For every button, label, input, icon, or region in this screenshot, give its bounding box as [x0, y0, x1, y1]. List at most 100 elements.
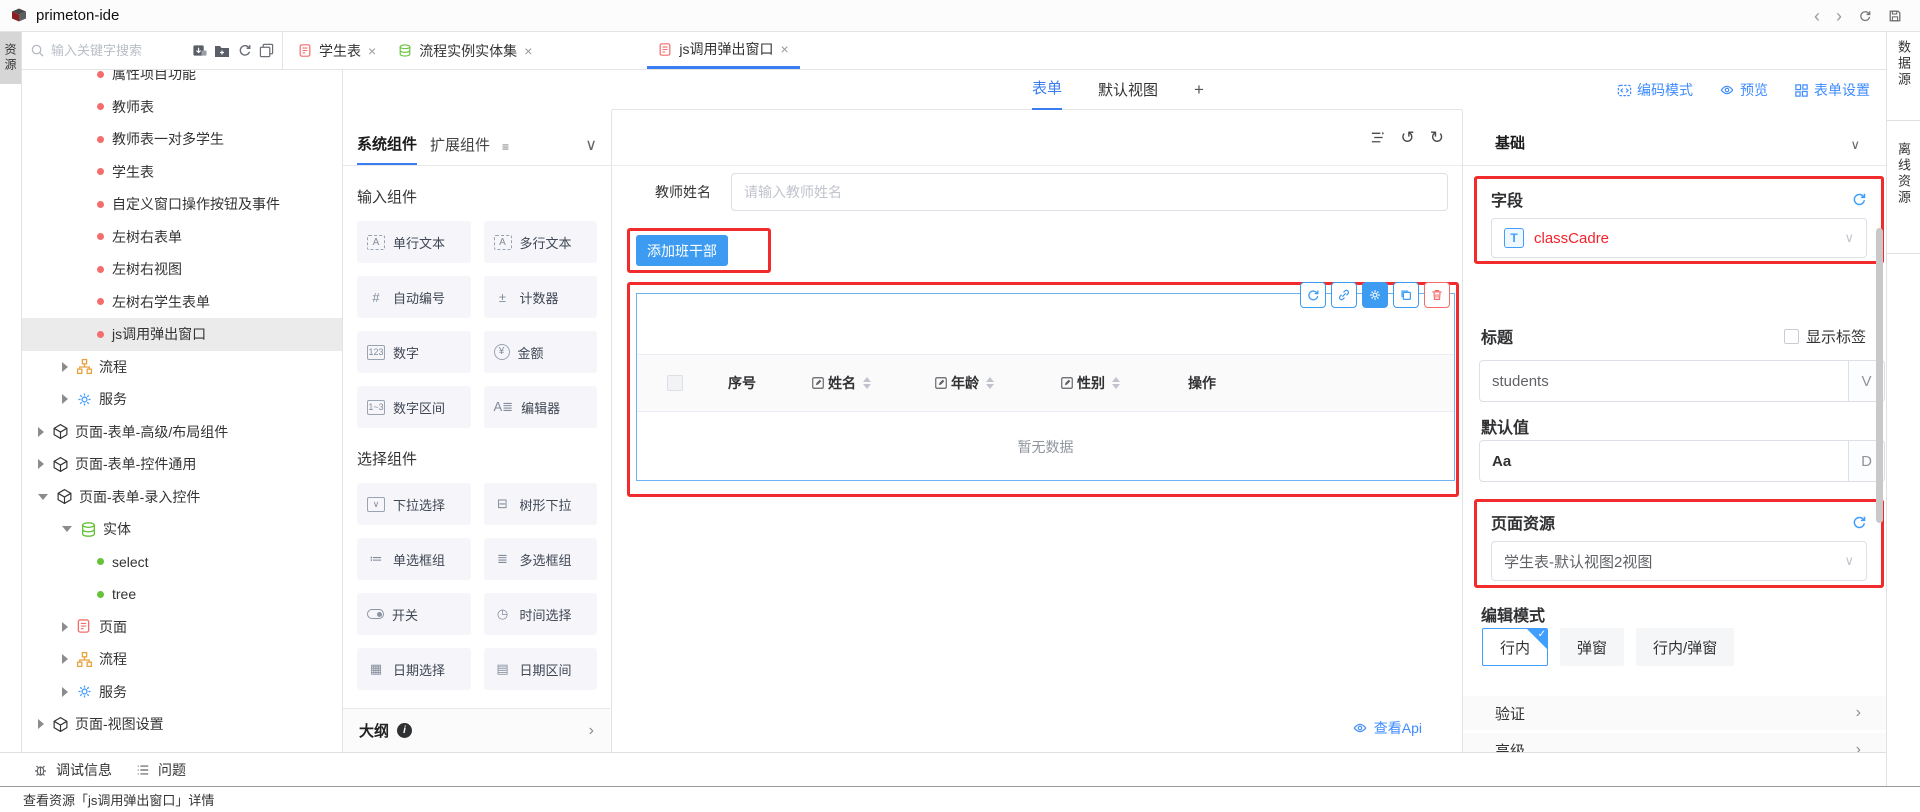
debug-info-button[interactable]: 调试信息 [33, 760, 112, 780]
add-class-cadre-button[interactable]: 添加班干部 [636, 235, 728, 266]
show-label-checkbox[interactable]: 显示标签 [1784, 326, 1866, 347]
redo-icon[interactable]: ↻ [1430, 129, 1444, 146]
tab-default-view[interactable]: 默认视图 [1098, 79, 1158, 100]
sidebar-item-process[interactable]: 流程 [22, 351, 342, 384]
code-mode-button[interactable]: 编码模式 [1617, 80, 1693, 100]
caret-down-icon[interactable] [62, 526, 72, 532]
outline-list-icon[interactable] [1369, 130, 1386, 145]
close-tab-icon[interactable]: × [368, 43, 376, 59]
caret-down-icon[interactable] [38, 494, 48, 500]
column-header-gender[interactable]: 性别 [1060, 373, 1186, 393]
component-multi-line-text[interactable]: A多行文本 [484, 221, 598, 263]
problems-button[interactable]: 问题 [135, 760, 186, 780]
default-value-input[interactable]: Aa [1479, 440, 1849, 482]
outline-panel-toggle[interactable]: 大纲 i › [343, 708, 610, 752]
tab-extend-components[interactable]: 扩展组件 [430, 134, 490, 165]
sidebar-item-left-tree-right-form[interactable]: 左树右表单 [22, 221, 342, 254]
column-header-name[interactable]: 姓名 [811, 373, 934, 393]
mode-popup[interactable]: 弹窗 [1560, 628, 1624, 666]
sidebar-item-student-table[interactable]: 学生表 [22, 156, 342, 189]
caret-right-icon[interactable] [38, 427, 44, 437]
component-number[interactable]: 123数字 [357, 331, 471, 373]
sort-icons[interactable] [863, 377, 871, 389]
sidebar-tab-resources[interactable]: 资源 [0, 32, 21, 84]
component-tree-dropdown[interactable]: ⊟树形下拉 [484, 483, 598, 525]
sort-icons[interactable] [1112, 377, 1120, 389]
component-number-range[interactable]: 1~3数字区间 [357, 386, 471, 428]
palette-menu-icon[interactable]: ≡ [502, 140, 509, 165]
sidebar-item-left-tree-right-student-form[interactable]: 左树右学生表单 [22, 286, 342, 319]
sidebar-item-js-popup-window[interactable]: js调用弹出窗口 [22, 318, 342, 351]
sidebar-item-teacher-table[interactable]: 教师表 [22, 91, 342, 124]
selected-table-component[interactable]: 序号 姓名 年龄 性别 [636, 293, 1455, 481]
save-icon[interactable] [1888, 9, 1902, 23]
sidebar-item-entity[interactable]: 实体 [22, 513, 342, 546]
component-counter[interactable]: ±计数器 [484, 276, 598, 318]
undo-icon[interactable]: ↺ [1401, 129, 1415, 146]
sidebar-item-page-form-advanced-layout[interactable]: 页面-表单-高级/布局组件 [22, 416, 342, 449]
caret-right-icon[interactable] [62, 394, 68, 404]
sidebar-item-left-tree-right-view[interactable]: 左树右视图 [22, 253, 342, 286]
tab-data-source[interactable]: 数据源 [1887, 40, 1920, 88]
tab-offline-resources[interactable]: 离线资源 [1887, 142, 1920, 206]
component-editor[interactable]: A≣编辑器 [484, 386, 598, 428]
tab-student-table[interactable]: 学生表 × [287, 32, 387, 69]
sidebar-item-page-form-common[interactable]: 页面-表单-控件通用 [22, 448, 342, 481]
title-value-input[interactable]: students [1479, 360, 1849, 402]
caret-right-icon[interactable] [62, 362, 68, 372]
preview-button[interactable]: 预览 [1719, 80, 1768, 100]
caret-right-icon[interactable] [38, 719, 44, 729]
inspector-scrollbar[interactable] [1876, 228, 1883, 523]
caret-right-icon[interactable] [62, 654, 68, 664]
page-resource-select[interactable]: 学生表-默认视图2视图 ∨ [1491, 541, 1867, 581]
component-auto-number[interactable]: #自动编号 [357, 276, 471, 318]
sidebar-item-page[interactable]: 页面 [22, 611, 342, 644]
column-header-age[interactable]: 年龄 [934, 373, 1060, 393]
component-settings-icon[interactable] [1362, 282, 1388, 308]
add-view-button[interactable]: + [1194, 80, 1204, 100]
sidebar-item-teacher-one-to-many[interactable]: 教师表一对多学生 [22, 123, 342, 156]
import-resource-icon[interactable] [192, 43, 207, 58]
new-folder-icon[interactable] [214, 44, 230, 58]
component-switch[interactable]: 开关 [357, 593, 471, 635]
nav-forward-icon[interactable]: › [1836, 7, 1842, 25]
sync-field-icon[interactable] [1300, 282, 1326, 308]
refresh-field-icon[interactable] [1851, 191, 1867, 207]
section-validation[interactable]: 验证 › [1463, 696, 1887, 730]
sidebar-item-service-2[interactable]: 服务 [22, 676, 342, 709]
caret-right-icon[interactable] [38, 459, 44, 469]
sidebar-item-process-2[interactable]: 流程 [22, 643, 342, 676]
tab-process-entity-set[interactable]: 流程实例实体集 × [387, 32, 543, 69]
field-select[interactable]: T classCadre ∨ [1491, 218, 1867, 258]
mode-inline[interactable]: 行内 ✓ [1482, 628, 1548, 666]
sidebar-item-tree[interactable]: tree [22, 578, 342, 611]
sidebar-item-clipped[interactable]: 属性项目功能 [22, 70, 342, 91]
close-tab-icon[interactable]: × [524, 43, 532, 59]
component-dropdown[interactable]: ∨下拉选择 [357, 483, 471, 525]
caret-right-icon[interactable] [62, 622, 68, 632]
component-single-line-text[interactable]: A单行文本 [357, 221, 471, 263]
search-input[interactable] [51, 43, 169, 58]
sidebar-item-page-form-input-controls[interactable]: 页面-表单-录入控件 [22, 481, 342, 514]
link-field-icon[interactable] [1331, 282, 1357, 308]
tab-system-components[interactable]: 系统组件 [357, 133, 417, 165]
collapse-all-icon[interactable] [259, 43, 274, 58]
sidebar-item-custom-window-buttons[interactable]: 自定义窗口操作按钮及事件 [22, 188, 342, 221]
delete-component-icon[interactable] [1424, 282, 1450, 308]
palette-collapse-icon[interactable]: ∨ [585, 135, 597, 165]
tab-js-popup-window[interactable]: js调用弹出窗口 × [647, 32, 799, 69]
teacher-name-input[interactable] [731, 173, 1448, 211]
component-date-picker[interactable]: ▦日期选择 [357, 648, 471, 690]
component-radio-group[interactable]: ≔单选框组 [357, 538, 471, 580]
refresh-resource-icon[interactable] [1851, 514, 1867, 530]
mode-inline-popup[interactable]: 行内/弹窗 [1636, 628, 1734, 666]
nav-back-icon[interactable]: ‹ [1814, 7, 1820, 25]
close-tab-icon[interactable]: × [781, 41, 789, 57]
sidebar-item-page-view-settings[interactable]: 页面-视图设置 [22, 708, 342, 741]
select-all-checkbox[interactable] [637, 375, 712, 391]
caret-right-icon[interactable] [62, 687, 68, 697]
copy-component-icon[interactable] [1393, 282, 1419, 308]
component-date-range[interactable]: ▤日期区间 [484, 648, 598, 690]
component-time-picker[interactable]: ◷时间选择 [484, 593, 598, 635]
component-amount[interactable]: ¥金额 [484, 331, 598, 373]
